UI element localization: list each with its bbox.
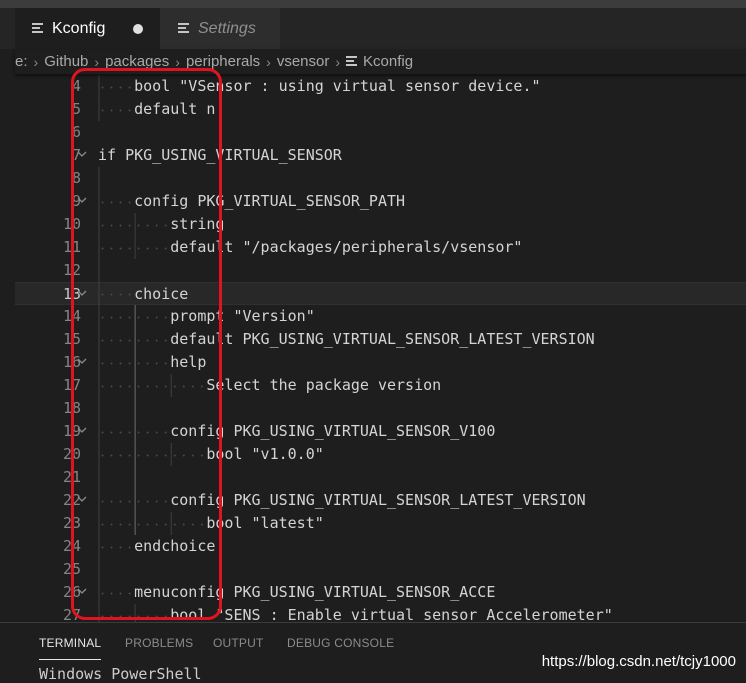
file-lines-icon xyxy=(346,56,358,67)
tab-settings[interactable]: Settings xyxy=(160,8,280,49)
active-tab-indicator xyxy=(39,659,101,660)
tab-title: Kconfig xyxy=(52,19,106,37)
panel-tab-problems[interactable]: PROBLEMS xyxy=(125,636,193,650)
panel-tab-debug-console[interactable]: DEBUG CONSOLE xyxy=(287,636,394,650)
file-lines-icon xyxy=(32,23,43,34)
tab-kconfig[interactable]: Kconfig xyxy=(15,8,160,49)
chevron-right-icon: › xyxy=(33,53,39,70)
breadcrumb-item[interactable]: vsensor xyxy=(277,53,330,70)
annotation-highlight-box xyxy=(71,68,222,620)
panel-tab-terminal[interactable]: TERMINAL xyxy=(39,636,101,650)
breadcrumb-item[interactable]: Kconfig xyxy=(363,53,413,70)
chevron-right-icon: › xyxy=(335,53,341,70)
tab-title: Settings xyxy=(198,19,256,37)
title-bar-strip xyxy=(0,0,746,8)
editor-tab-bar: Kconfig Settings xyxy=(0,8,746,49)
breadcrumb-item[interactable]: e: xyxy=(15,53,28,70)
watermark: https://blog.csdn.net/tcjy1000 xyxy=(541,653,736,670)
bottom-panel: TERMINAL PROBLEMS OUTPUT DEBUG CONSOLE W… xyxy=(0,622,746,683)
chevron-right-icon: › xyxy=(266,53,271,70)
file-lines-icon xyxy=(178,23,189,34)
panel-tab-output[interactable]: OUTPUT xyxy=(213,636,264,650)
terminal-output[interactable]: Windows PowerShell xyxy=(39,665,202,683)
unsaved-dot-icon[interactable] xyxy=(133,24,143,34)
